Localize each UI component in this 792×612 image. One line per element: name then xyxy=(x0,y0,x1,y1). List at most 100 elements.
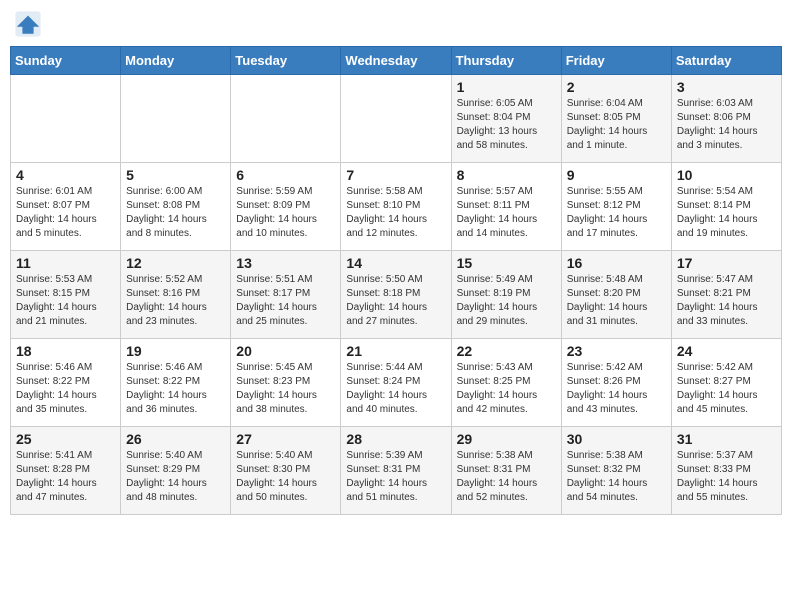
day-info: Sunrise: 5:47 AM Sunset: 8:21 PM Dayligh… xyxy=(677,273,776,329)
day-info: Sunrise: 5:45 AM Sunset: 8:23 PM Dayligh… xyxy=(236,361,335,417)
day-cell: 31 Sunrise: 5:37 AM Sunset: 8:33 PM Dayli… xyxy=(671,427,781,515)
day-info: Sunrise: 6:00 AM Sunset: 8:08 PM Dayligh… xyxy=(126,185,225,241)
day-cell: 2Sunrise: 6:04 AM Sunset: 8:05 PM Daylig… xyxy=(561,75,671,163)
day-cell: 24 Sunrise: 5:42 AM Sunset: 8:27 PM Dayli… xyxy=(671,339,781,427)
day-cell: 29 Sunrise: 5:38 AM Sunset: 8:31 PM Dayli… xyxy=(451,427,561,515)
day-number: 25 xyxy=(16,431,115,447)
day-info: Sunrise: 5:38 AM Sunset: 8:32 PM Dayligh… xyxy=(567,449,666,505)
day-number: 4 xyxy=(16,167,115,183)
day-header-saturday: Saturday xyxy=(671,47,781,75)
day-cell: 25 Sunrise: 5:41 AM Sunset: 8:28 PM Dayli… xyxy=(11,427,121,515)
day-cell: 11 Sunrise: 5:53 AM Sunset: 8:15 PM Dayli… xyxy=(11,251,121,339)
week-row-1: 1Sunrise: 6:05 AM Sunset: 8:04 PM Daylig… xyxy=(11,75,782,163)
day-number: 9 xyxy=(567,167,666,183)
day-info: Sunrise: 6:03 AM Sunset: 8:06 PM Dayligh… xyxy=(677,97,776,153)
day-cell xyxy=(121,75,231,163)
day-cell xyxy=(231,75,341,163)
day-cell: 9 Sunrise: 5:55 AM Sunset: 8:12 PM Daylig… xyxy=(561,163,671,251)
day-number: 19 xyxy=(126,343,225,359)
days-header-row: SundayMondayTuesdayWednesdayThursdayFrid… xyxy=(11,47,782,75)
day-info: Sunrise: 5:40 AM Sunset: 8:30 PM Dayligh… xyxy=(236,449,335,505)
day-number: 7 xyxy=(346,167,445,183)
day-header-friday: Friday xyxy=(561,47,671,75)
day-cell: 1Sunrise: 6:05 AM Sunset: 8:04 PM Daylig… xyxy=(451,75,561,163)
day-info: Sunrise: 5:46 AM Sunset: 8:22 PM Dayligh… xyxy=(16,361,115,417)
day-info: Sunrise: 5:48 AM Sunset: 8:20 PM Dayligh… xyxy=(567,273,666,329)
day-info: Sunrise: 5:37 AM Sunset: 8:33 PM Dayligh… xyxy=(677,449,776,505)
day-cell: 14 Sunrise: 5:50 AM Sunset: 8:18 PM Dayli… xyxy=(341,251,451,339)
day-header-tuesday: Tuesday xyxy=(231,47,341,75)
day-info: Sunrise: 5:49 AM Sunset: 8:19 PM Dayligh… xyxy=(457,273,556,329)
day-header-sunday: Sunday xyxy=(11,47,121,75)
day-cell: 27 Sunrise: 5:40 AM Sunset: 8:30 PM Dayli… xyxy=(231,427,341,515)
day-info: Sunrise: 5:44 AM Sunset: 8:24 PM Dayligh… xyxy=(346,361,445,417)
day-info: Sunrise: 5:40 AM Sunset: 8:29 PM Dayligh… xyxy=(126,449,225,505)
day-number: 20 xyxy=(236,343,335,359)
day-number: 24 xyxy=(677,343,776,359)
day-cell xyxy=(341,75,451,163)
day-cell: 3 Sunrise: 6:03 AM Sunset: 8:06 PM Daylig… xyxy=(671,75,781,163)
day-info: Sunrise: 5:57 AM Sunset: 8:11 PM Dayligh… xyxy=(457,185,556,241)
day-info: Sunrise: 5:58 AM Sunset: 8:10 PM Dayligh… xyxy=(346,185,445,241)
day-number: 22 xyxy=(457,343,556,359)
day-number: 26 xyxy=(126,431,225,447)
day-info: Sunrise: 5:50 AM Sunset: 8:18 PM Dayligh… xyxy=(346,273,445,329)
day-number: 31 xyxy=(677,431,776,447)
day-cell xyxy=(11,75,121,163)
day-cell: 20 Sunrise: 5:45 AM Sunset: 8:23 PM Dayli… xyxy=(231,339,341,427)
day-header-wednesday: Wednesday xyxy=(341,47,451,75)
day-cell: 8Sunrise: 5:57 AM Sunset: 8:11 PM Daylig… xyxy=(451,163,561,251)
day-number: 13 xyxy=(236,255,335,271)
day-number: 17 xyxy=(677,255,776,271)
day-info: Sunrise: 5:51 AM Sunset: 8:17 PM Dayligh… xyxy=(236,273,335,329)
day-cell: 18 Sunrise: 5:46 AM Sunset: 8:22 PM Dayli… xyxy=(11,339,121,427)
day-number: 16 xyxy=(567,255,666,271)
day-number: 14 xyxy=(346,255,445,271)
page-header xyxy=(10,10,782,38)
day-number: 18 xyxy=(16,343,115,359)
day-number: 3 xyxy=(677,79,776,95)
day-number: 21 xyxy=(346,343,445,359)
day-number: 5 xyxy=(126,167,225,183)
day-number: 15 xyxy=(457,255,556,271)
day-info: Sunrise: 5:59 AM Sunset: 8:09 PM Dayligh… xyxy=(236,185,335,241)
day-cell: 30 Sunrise: 5:38 AM Sunset: 8:32 PM Dayli… xyxy=(561,427,671,515)
day-info: Sunrise: 5:52 AM Sunset: 8:16 PM Dayligh… xyxy=(126,273,225,329)
day-info: Sunrise: 5:46 AM Sunset: 8:22 PM Dayligh… xyxy=(126,361,225,417)
day-info: Sunrise: 5:41 AM Sunset: 8:28 PM Dayligh… xyxy=(16,449,115,505)
day-info: Sunrise: 5:42 AM Sunset: 8:27 PM Dayligh… xyxy=(677,361,776,417)
day-info: Sunrise: 5:54 AM Sunset: 8:14 PM Dayligh… xyxy=(677,185,776,241)
week-row-3: 11 Sunrise: 5:53 AM Sunset: 8:15 PM Dayli… xyxy=(11,251,782,339)
day-number: 6 xyxy=(236,167,335,183)
day-cell: 23Sunrise: 5:42 AM Sunset: 8:26 PM Dayli… xyxy=(561,339,671,427)
week-row-4: 18 Sunrise: 5:46 AM Sunset: 8:22 PM Dayli… xyxy=(11,339,782,427)
day-number: 11 xyxy=(16,255,115,271)
day-number: 12 xyxy=(126,255,225,271)
day-cell: 21 Sunrise: 5:44 AM Sunset: 8:24 PM Dayli… xyxy=(341,339,451,427)
day-number: 1 xyxy=(457,79,556,95)
day-info: Sunrise: 5:55 AM Sunset: 8:12 PM Dayligh… xyxy=(567,185,666,241)
day-cell: 22Sunrise: 5:43 AM Sunset: 8:25 PM Dayli… xyxy=(451,339,561,427)
day-number: 30 xyxy=(567,431,666,447)
day-cell: 19 Sunrise: 5:46 AM Sunset: 8:22 PM Dayli… xyxy=(121,339,231,427)
logo xyxy=(14,10,46,38)
day-cell: 13 Sunrise: 5:51 AM Sunset: 8:17 PM Dayli… xyxy=(231,251,341,339)
day-cell: 26 Sunrise: 5:40 AM Sunset: 8:29 PM Dayli… xyxy=(121,427,231,515)
day-cell: 5 Sunrise: 6:00 AM Sunset: 8:08 PM Daylig… xyxy=(121,163,231,251)
day-header-monday: Monday xyxy=(121,47,231,75)
week-row-2: 4Sunrise: 6:01 AM Sunset: 8:07 PM Daylig… xyxy=(11,163,782,251)
day-cell: 16 Sunrise: 5:48 AM Sunset: 8:20 PM Dayli… xyxy=(561,251,671,339)
day-number: 27 xyxy=(236,431,335,447)
calendar-table: SundayMondayTuesdayWednesdayThursdayFrid… xyxy=(10,46,782,515)
day-number: 10 xyxy=(677,167,776,183)
day-cell: 7 Sunrise: 5:58 AM Sunset: 8:10 PM Daylig… xyxy=(341,163,451,251)
day-info: Sunrise: 5:38 AM Sunset: 8:31 PM Dayligh… xyxy=(457,449,556,505)
day-cell: 6 Sunrise: 5:59 AM Sunset: 8:09 PM Daylig… xyxy=(231,163,341,251)
day-info: Sunrise: 5:53 AM Sunset: 8:15 PM Dayligh… xyxy=(16,273,115,329)
day-header-thursday: Thursday xyxy=(451,47,561,75)
day-number: 29 xyxy=(457,431,556,447)
day-number: 23 xyxy=(567,343,666,359)
day-info: Sunrise: 6:04 AM Sunset: 8:05 PM Dayligh… xyxy=(567,97,666,153)
logo-icon xyxy=(14,10,42,38)
day-cell: 4Sunrise: 6:01 AM Sunset: 8:07 PM Daylig… xyxy=(11,163,121,251)
